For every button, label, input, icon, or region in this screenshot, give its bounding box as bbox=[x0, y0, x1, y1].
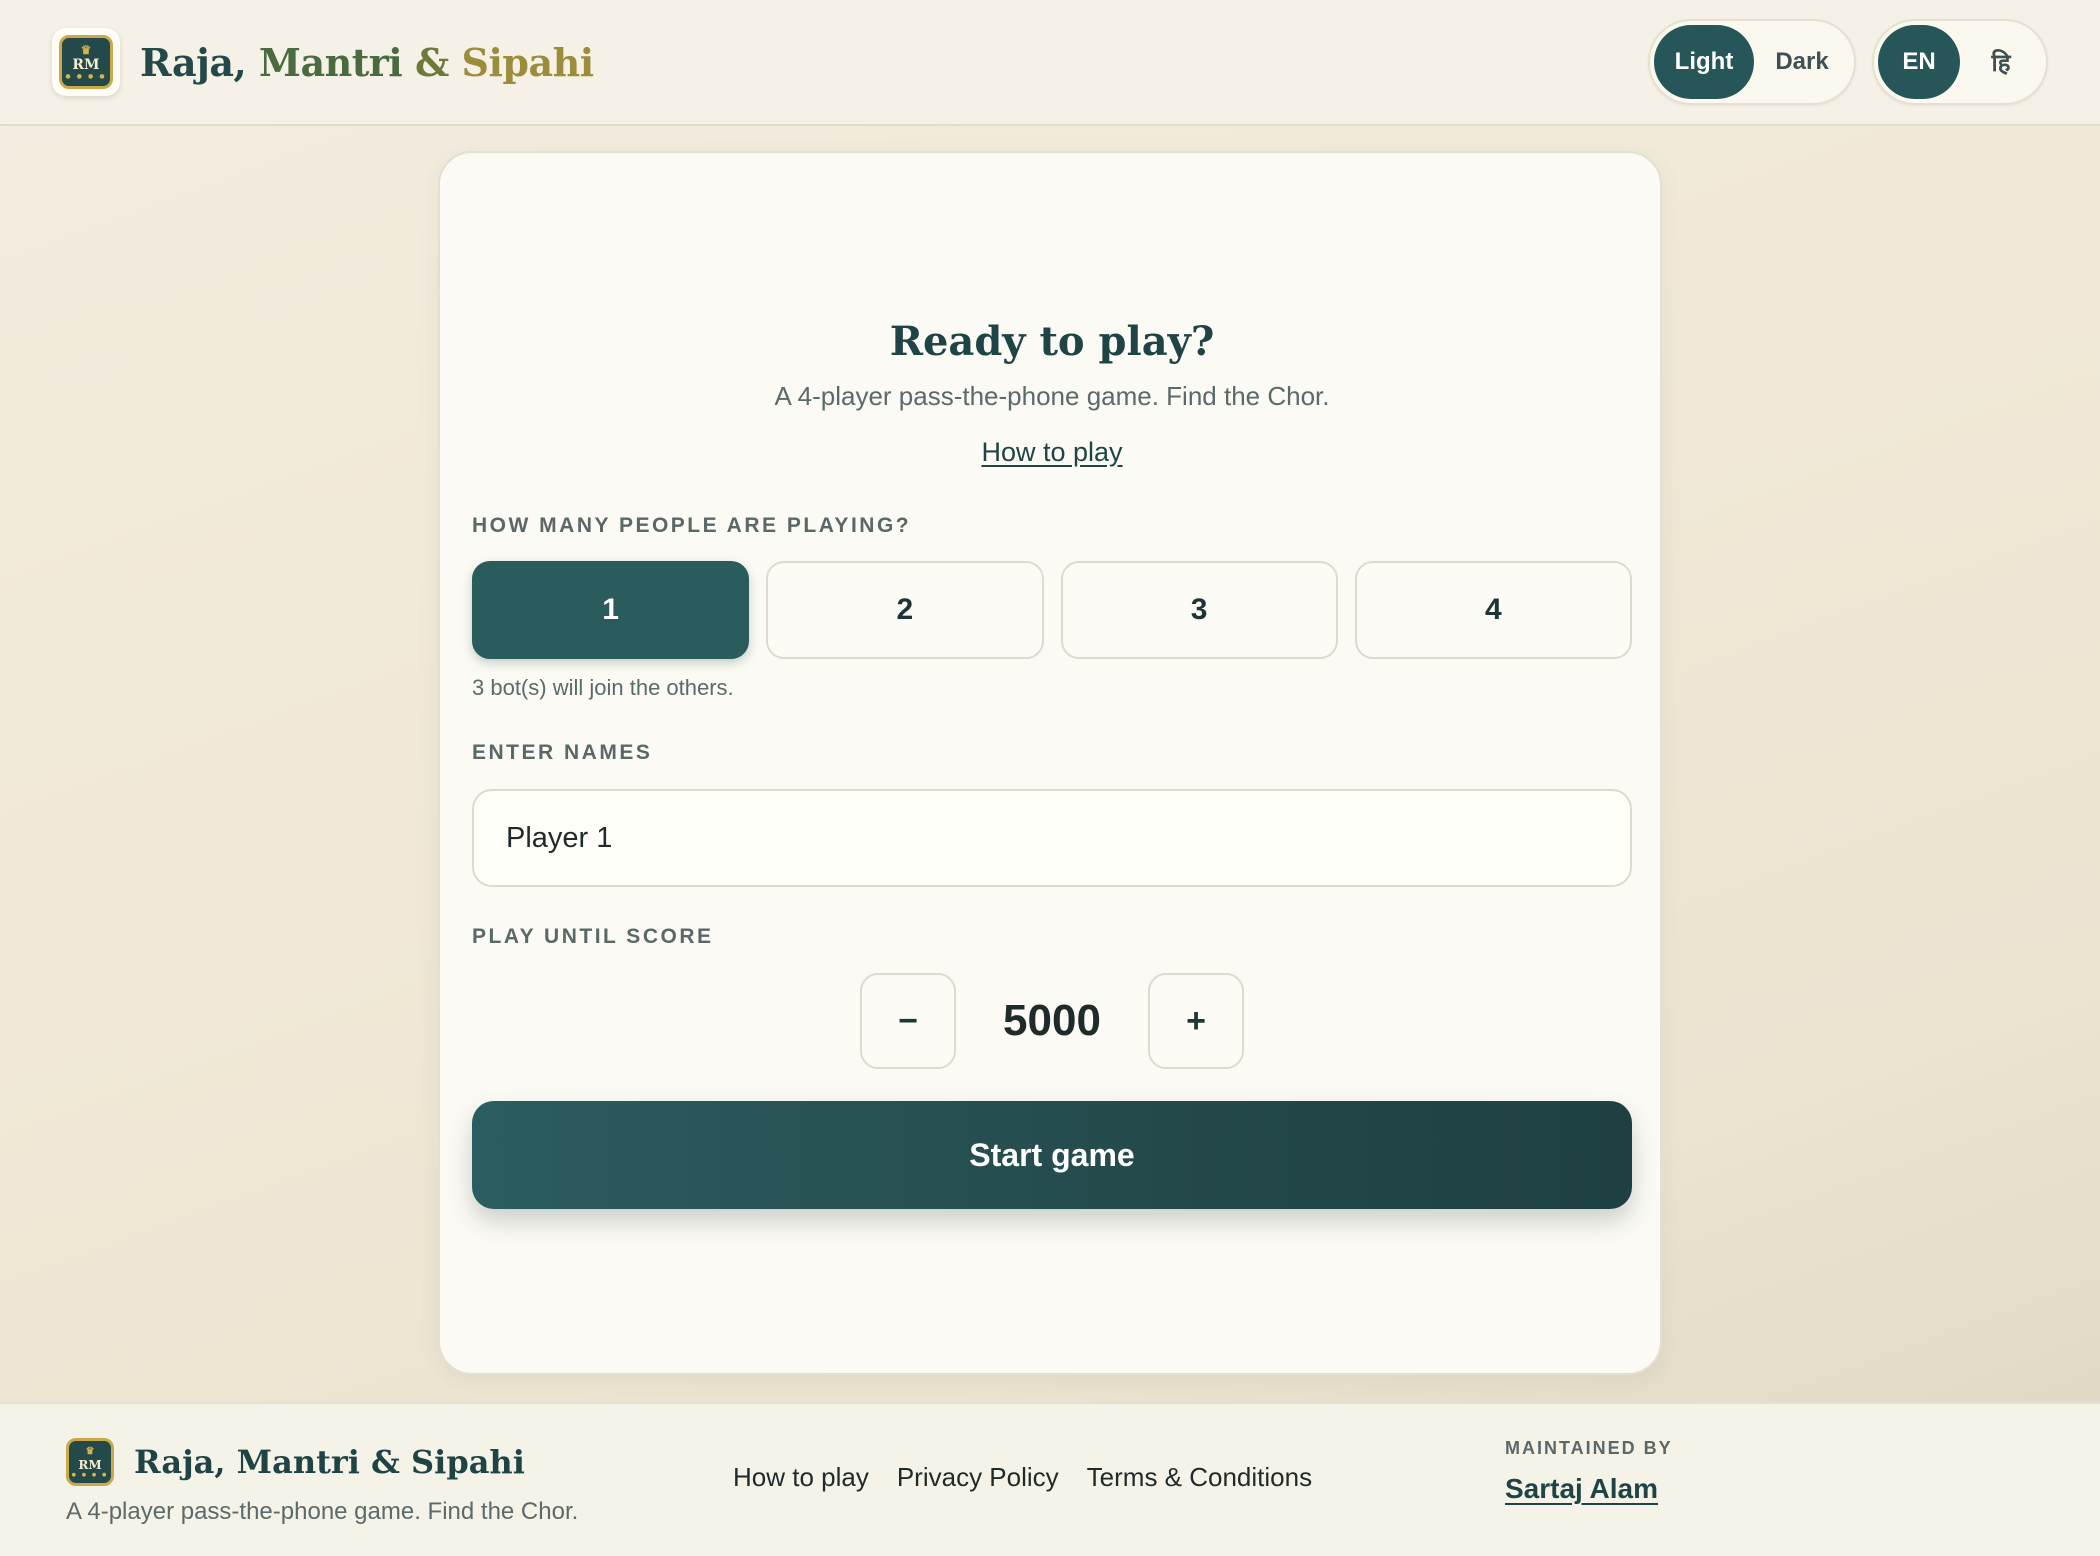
theme-toggle: Light Dark bbox=[1648, 19, 1856, 105]
score-label: PLAY UNTIL SCORE bbox=[472, 925, 714, 948]
maintainer-link[interactable]: Sartaj Alam bbox=[1505, 1473, 1673, 1505]
title-part-mantri: Mantri bbox=[258, 39, 415, 85]
footer-crown-icon: ♛ bbox=[85, 1445, 95, 1457]
player-count-2-button[interactable]: 2 bbox=[766, 561, 1044, 659]
footer-brand: ♛ RM ● ● ● ● Raja, Mantri & Sipahi bbox=[66, 1438, 525, 1486]
title-part-amp: & bbox=[414, 39, 462, 85]
start-game-button[interactable]: Start game bbox=[472, 1101, 1632, 1209]
player-count-4-button[interactable]: 4 bbox=[1354, 561, 1632, 659]
maintainer-block: MAINTAINED BY Sartaj Alam bbox=[1505, 1438, 1673, 1505]
bots-note: 3 bot(s) will join the others. bbox=[472, 675, 734, 700]
footer-crown-logo-icon: ♛ RM ● ● ● ● bbox=[66, 1438, 114, 1486]
names-label: ENTER NAMES bbox=[472, 741, 653, 764]
logo-text: RM bbox=[72, 57, 100, 73]
app-header: ♛ RM ● ● ● ● Raja, Mantri & Sipahi Light… bbox=[0, 0, 2100, 126]
player-1-name-input[interactable] bbox=[472, 789, 1632, 887]
footer-logo-text: RM bbox=[78, 1457, 102, 1472]
theme-light-button[interactable]: Light bbox=[1654, 25, 1754, 99]
maintained-by-label: MAINTAINED BY bbox=[1505, 1438, 1673, 1458]
player-count-selector: 1 2 3 4 bbox=[472, 561, 1632, 659]
player-count-1-button[interactable]: 1 bbox=[472, 561, 750, 659]
language-toggle: EN हि bbox=[1872, 19, 2048, 105]
footer-logo-dots: ● ● ● ● bbox=[71, 1471, 109, 1478]
players-label: HOW MANY PEOPLE ARE PLAYING? bbox=[472, 514, 912, 537]
page-title: Ready to play? bbox=[889, 318, 1215, 365]
crown-logo-icon: ♛ RM ● ● ● ● bbox=[59, 35, 113, 89]
app-logo: ♛ RM ● ● ● ● bbox=[52, 28, 120, 96]
app-title: Raja, Mantri & Sipahi bbox=[140, 40, 594, 85]
theme-dark-button[interactable]: Dark bbox=[1754, 25, 1850, 99]
setup-card: Ready to play? A 4-player pass-the-phone… bbox=[438, 151, 1662, 1375]
how-to-play-row: How to play bbox=[472, 437, 1632, 468]
logo-dots: ● ● ● ● bbox=[65, 73, 107, 80]
increase-score-button[interactable]: + bbox=[1148, 973, 1244, 1069]
footer-title: Raja, Mantri & Sipahi bbox=[134, 1443, 525, 1481]
footer-privacy-link[interactable]: Privacy Policy bbox=[897, 1462, 1059, 1493]
footer-tagline: A 4-player pass-the-phone game. Find the… bbox=[66, 1498, 579, 1525]
score-stepper: − 5000 + bbox=[472, 973, 1632, 1069]
footer-links: How to play Privacy Policy Terms & Condi… bbox=[733, 1462, 1312, 1493]
decrease-score-button[interactable]: − bbox=[860, 973, 956, 1069]
page-subtitle: A 4-player pass-the-phone game. Find the… bbox=[774, 381, 1330, 411]
app-footer: ♛ RM ● ● ● ● Raja, Mantri & Sipahi A 4-p… bbox=[0, 1402, 2100, 1556]
target-score-value: 5000 bbox=[1003, 996, 1101, 1045]
title-part-raja: Raja, bbox=[140, 39, 259, 85]
lang-en-button[interactable]: EN bbox=[1878, 25, 1960, 99]
header-toggles: Light Dark EN हि bbox=[1648, 19, 2048, 105]
footer-terms-link[interactable]: Terms & Conditions bbox=[1087, 1462, 1312, 1493]
footer-how-to-play-link[interactable]: How to play bbox=[733, 1462, 869, 1493]
player-count-3-button[interactable]: 3 bbox=[1060, 561, 1338, 659]
crown-icon: ♛ bbox=[80, 43, 92, 57]
how-to-play-link[interactable]: How to play bbox=[981, 437, 1122, 467]
title-part-sipahi: Sipahi bbox=[461, 39, 595, 85]
lang-hi-button[interactable]: हि bbox=[1960, 25, 2042, 99]
brand[interactable]: ♛ RM ● ● ● ● Raja, Mantri & Sipahi bbox=[52, 28, 594, 96]
